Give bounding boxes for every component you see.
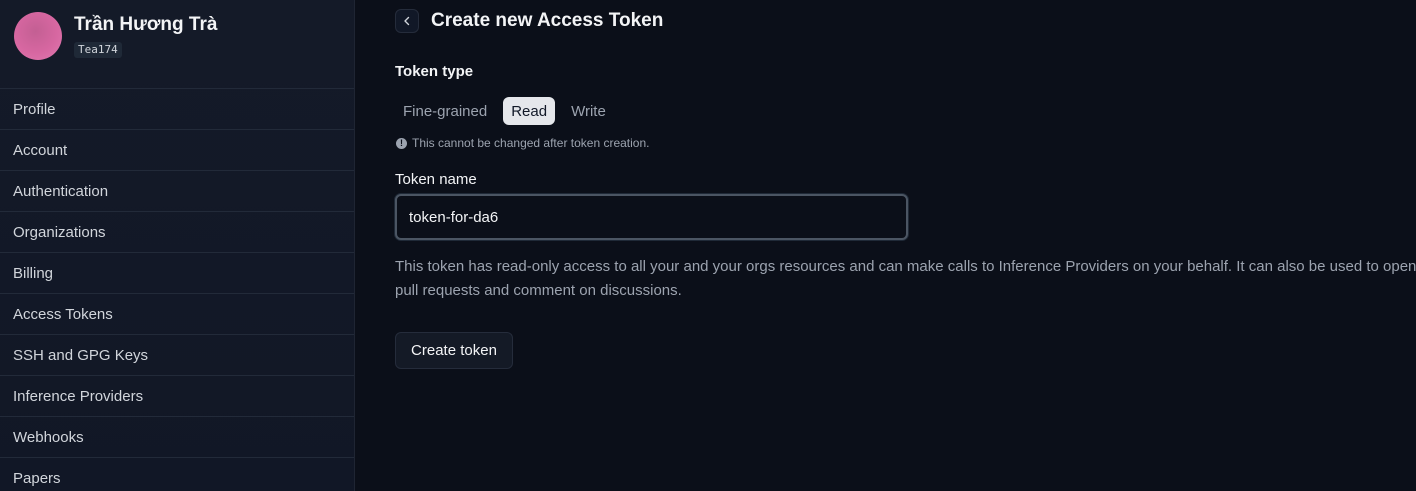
sidebar-item-ssh-gpg-keys[interactable]: SSH and GPG Keys [0,335,354,376]
token-description: This token has read-only access to all y… [395,258,1416,299]
back-button[interactable] [395,9,419,33]
main-content: Create new Access Token Token type Fine-… [355,0,1416,491]
sidebar-item-access-tokens[interactable]: Access Tokens [0,294,354,335]
page-title: Create new Access Token [431,10,664,31]
tab-read[interactable]: Read [503,97,556,125]
avatar[interactable] [14,12,62,60]
sidebar-item-profile[interactable]: Profile [0,89,354,130]
page-header: Create new Access Token [395,9,663,33]
sidebar-item-account[interactable]: Account [0,130,354,171]
sidebar-item-authentication[interactable]: Authentication [0,171,354,212]
sidebar-item-billing[interactable]: Billing [0,253,354,294]
user-handle: Tea174 [74,42,122,58]
app-root: Trần Hương Trà Tea174 Profile Account Au… [0,0,1416,491]
user-meta: Trần Hương Trà Tea174 [74,13,217,58]
token-type-selector: Fine-grained Read Write [395,97,614,125]
user-block: Trần Hương Trà Tea174 [0,0,354,89]
token-name-input[interactable] [395,194,908,240]
tab-fine-grained[interactable]: Fine-grained [395,97,495,125]
token-name-label: Token name [395,171,477,188]
user-name: Trần Hương Trà [74,14,218,35]
create-token-button[interactable]: Create token [395,332,513,369]
chevron-left-icon [404,16,410,26]
sidebar-item-webhooks[interactable]: Webhooks [0,417,354,458]
token-type-hint-text: This cannot be changed after token creat… [412,136,650,150]
sidebar-item-organizations[interactable]: Organizations [0,212,354,253]
sidebar-item-papers[interactable]: Papers [0,458,354,491]
token-type-label: Token type [395,63,474,80]
settings-sidebar: Trần Hương Trà Tea174 Profile Account Au… [0,0,355,491]
tab-write[interactable]: Write [563,97,614,125]
info-icon: ! [396,137,407,149]
sidebar-item-inference-providers[interactable]: Inference Providers [0,376,354,417]
token-type-hint: ! This cannot be changed after token cre… [395,136,650,150]
